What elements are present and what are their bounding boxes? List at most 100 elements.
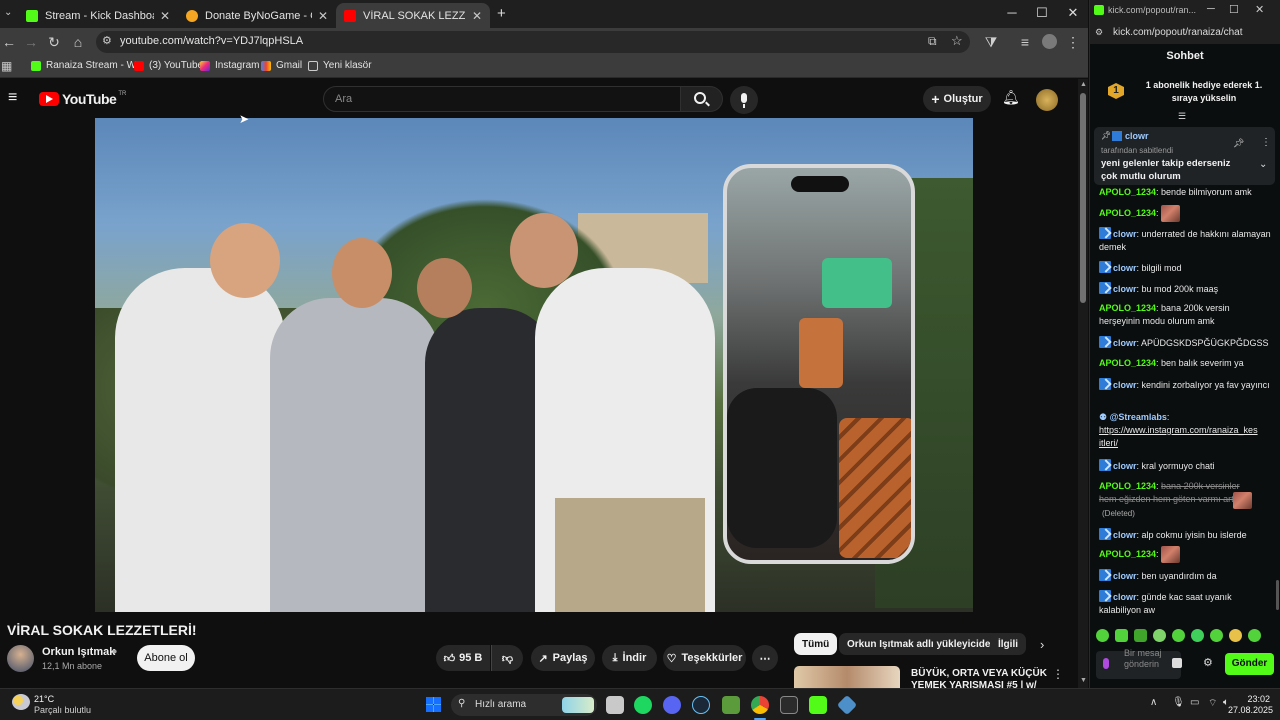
- close-tab-icon[interactable]: ✕: [472, 9, 482, 23]
- chat-username[interactable]: clowr: [1113, 284, 1137, 294]
- apps-grid-icon[interactable]: ▦: [1, 59, 12, 73]
- emote-icon[interactable]: [1172, 629, 1185, 642]
- site-info-icon[interactable]: ⚙: [102, 34, 112, 47]
- notifications-bell-icon[interactable]: 🔔︎: [1002, 89, 1020, 106]
- kick-close-icon[interactable]: ✕: [1255, 3, 1264, 16]
- bookmark-star-icon[interactable]: ☆: [951, 33, 963, 49]
- channel-name[interactable]: Orkun Işıtmak: [42, 646, 115, 658]
- like-button[interactable]: 👍︎ 95 B: [436, 645, 490, 671]
- tray-network-icon[interactable]: ⌔: [1208, 697, 1217, 710]
- emote-icon[interactable]: [1229, 629, 1242, 642]
- youtube-logo[interactable]: YouTube TR: [39, 91, 126, 107]
- download-button[interactable]: ⤓ İndir: [602, 645, 657, 671]
- search-input[interactable]: Ara: [323, 86, 681, 112]
- taskbar-search-box[interactable]: ⚲ Hızlı arama: [451, 694, 597, 716]
- maximize-icon[interactable]: ☐: [1030, 5, 1054, 21]
- chat-username[interactable]: clowr: [1113, 380, 1137, 390]
- weather-description[interactable]: Parçalı bulutlu: [34, 705, 91, 715]
- kick-maximize-icon[interactable]: ☐: [1229, 3, 1239, 16]
- url-field[interactable]: ⚙ youtube.com/watch?v=YDJ7lqpHSLA ⧉ ☆: [96, 31, 970, 53]
- microphone-icon[interactable]: [1103, 658, 1109, 669]
- chat-username[interactable]: APOLO_1234: [1099, 303, 1156, 313]
- emote-icon[interactable]: [1210, 629, 1223, 642]
- scroll-down-icon[interactable]: ▼: [1080, 677, 1087, 684]
- steam-icon[interactable]: [692, 696, 710, 714]
- hamburger-menu-icon[interactable]: ≡: [8, 89, 17, 107]
- chat-username[interactable]: APOLO_1234: [1099, 358, 1156, 368]
- kick-minimize-icon[interactable]: ─: [1207, 3, 1215, 15]
- thanks-button[interactable]: ♡ Teşekkürler: [663, 645, 746, 671]
- channel-avatar[interactable]: [7, 645, 34, 672]
- discord-icon[interactable]: [663, 696, 681, 714]
- pinned-user[interactable]: clowr: [1125, 131, 1149, 141]
- task-view-icon[interactable]: [606, 696, 624, 714]
- weather-icon[interactable]: [12, 694, 30, 710]
- create-button[interactable]: + Oluştur: [923, 86, 991, 112]
- home-icon[interactable]: ⌂: [69, 34, 87, 50]
- close-window-icon[interactable]: ✕: [1061, 5, 1085, 21]
- chip-all[interactable]: Tümü: [794, 633, 838, 655]
- chat-username[interactable]: APOLO_1234: [1099, 549, 1156, 559]
- extensions-icon[interactable]: ⧩: [982, 34, 1000, 51]
- emote-icon[interactable]: [1134, 629, 1147, 642]
- chips-next-icon[interactable]: ›: [1040, 637, 1044, 652]
- tab-youtube-video[interactable]: VİRAL SOKAK LEZZETLERİ - Yo ✕: [336, 3, 490, 28]
- kick-app-icon[interactable]: [809, 696, 827, 714]
- chrome-icon[interactable]: [751, 696, 769, 714]
- close-tab-icon[interactable]: ✕: [318, 9, 328, 23]
- send-button[interactable]: Gönder: [1225, 653, 1274, 675]
- app-icon[interactable]: [780, 696, 798, 714]
- app-icon-2[interactable]: [836, 694, 858, 716]
- emote-icon[interactable]: [1096, 629, 1109, 642]
- back-icon[interactable]: ←: [0, 34, 18, 50]
- unpin-icon[interactable]: 📌︎: [1233, 138, 1244, 149]
- chip-from-uploader[interactable]: Orkun Işıtmak adlı yükleyiciden: [839, 633, 1005, 655]
- chat-username[interactable]: APOLO_1234: [1099, 187, 1156, 196]
- bookmark-gmail[interactable]: Gmail: [261, 60, 302, 71]
- profile-avatar[interactable]: [1042, 34, 1057, 49]
- bookmark-instagram[interactable]: Instagram: [200, 60, 259, 71]
- tab-bynogame[interactable]: Donate ByNoGame - Gelen/Gid ✕: [178, 3, 336, 28]
- chat-link[interactable]: https://www.instagram.com/ranaiza_kes it…: [1099, 425, 1258, 448]
- chat-message-input[interactable]: Bir mesaj gönderin: [1096, 648, 1181, 679]
- tab-kick-dashboard[interactable]: Stream - Kick Dashboard ✕: [18, 3, 178, 28]
- clock-date[interactable]: 27.08.2025: [1228, 705, 1273, 715]
- account-avatar[interactable]: [1036, 89, 1058, 111]
- chat-username[interactable]: APOLO_1234: [1099, 481, 1156, 491]
- chat-username[interactable]: clowr: [1113, 530, 1137, 540]
- more-actions-button[interactable]: ⋯: [752, 645, 778, 671]
- forward-icon[interactable]: →: [22, 34, 40, 50]
- chip-related[interactable]: İlgili: [990, 633, 1026, 655]
- page-scrollbar[interactable]: ▲ ▼: [1078, 79, 1088, 688]
- browser-menu-icon[interactable]: ⋮: [1064, 34, 1082, 51]
- subscribe-button[interactable]: Abone ol: [137, 645, 195, 671]
- emote-icon[interactable]: [1191, 629, 1204, 642]
- recommended-title-line1[interactable]: BÜYÜK, ORTA VEYA KÜÇÜK: [911, 668, 1047, 679]
- tray-display-icon[interactable]: ▭: [1190, 697, 1199, 708]
- chat-settings-icon[interactable]: ⚙: [1203, 656, 1213, 669]
- chat-username[interactable]: clowr: [1113, 263, 1137, 273]
- dislike-button[interactable]: 👎︎: [491, 645, 523, 671]
- bookmark-ranaiza[interactable]: Ranaiza Stream - W...: [31, 60, 144, 71]
- pinned-expand-icon[interactable]: ⌄: [1259, 159, 1267, 170]
- chat-username[interactable]: @Streamlabs: [1110, 412, 1167, 422]
- recommended-title-line2[interactable]: YEMEK YARIŞMASI #5 | w/: [911, 680, 1037, 688]
- emote-icon[interactable]: [1115, 629, 1128, 642]
- tray-mic-icon[interactable]: 🎙︎: [1172, 697, 1185, 708]
- chat-scrollbar-thumb[interactable]: [1276, 580, 1279, 610]
- chat-username[interactable]: APOLO_1234: [1099, 208, 1156, 218]
- chat-username[interactable]: clowr: [1113, 461, 1137, 471]
- minecraft-icon[interactable]: [722, 696, 740, 714]
- bookmark-youtube[interactable]: (3) YouTube: [134, 60, 203, 71]
- media-control-icon[interactable]: ≡: [1016, 34, 1034, 50]
- chat-username[interactable]: clowr: [1113, 229, 1137, 239]
- emote-icon[interactable]: [1153, 629, 1166, 642]
- windows-start-icon[interactable]: [426, 697, 441, 712]
- chat-username[interactable]: clowr: [1113, 571, 1137, 581]
- emoji-picker-icon[interactable]: [1172, 658, 1182, 668]
- tray-chevron-icon[interactable]: ∧: [1150, 697, 1157, 708]
- search-button[interactable]: [681, 86, 723, 112]
- filter-icon[interactable]: ☰: [1178, 111, 1186, 122]
- install-app-icon[interactable]: ⧉: [928, 34, 937, 49]
- spotify-icon[interactable]: [634, 696, 652, 714]
